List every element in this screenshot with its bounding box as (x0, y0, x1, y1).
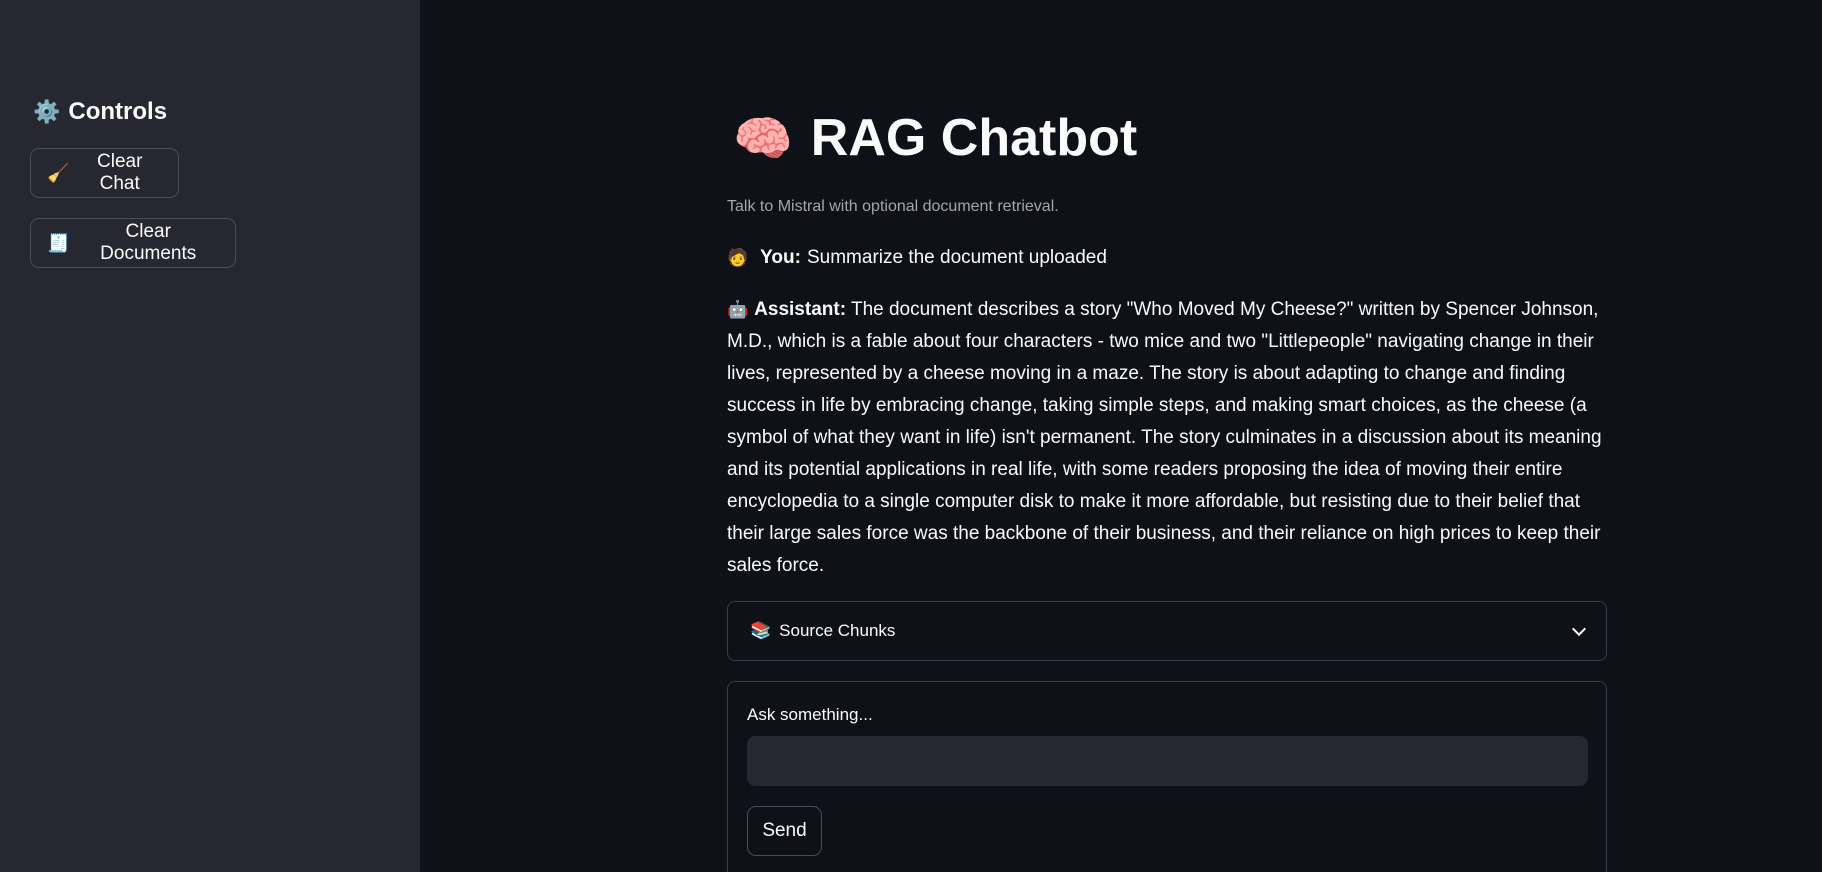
chat-form: Ask something... Send (727, 681, 1607, 872)
chevron-down-icon[interactable] (1571, 621, 1587, 636)
source-chunks-expander[interactable]: 📚 Source Chunks (727, 601, 1607, 661)
sidebar-title-label: Controls (68, 98, 168, 125)
books-icon: 📚 (750, 621, 772, 640)
expander-label-text: Source Chunks (779, 621, 896, 640)
robot-icon: 🤖 (727, 300, 749, 319)
sidebar-title: ⚙️ Controls (33, 98, 167, 126)
clear-chat-label: Clear Chat (97, 151, 143, 194)
chat-message-assistant: 🤖 Assistant: The document describes a sto… (727, 294, 1607, 582)
brain-icon: 🧠 (733, 112, 793, 166)
send-button[interactable]: Send (747, 806, 822, 856)
page-title: 🧠 RAG Chatbot (733, 108, 1137, 168)
page-title-text: RAG Chatbot (810, 109, 1138, 167)
message-role: Assistant: (754, 299, 847, 320)
user-icon: 🧑 (727, 248, 749, 267)
chat-message-user: 🧑 You: Summarize the document uploaded (727, 244, 1107, 272)
gear-icon: ⚙️ (33, 99, 61, 124)
sidebar: ⚙️ Controls 🧹 Clear Chat 🧾 Clear Documen… (0, 0, 420, 872)
page-subtitle: Talk to Mistral with optional document r… (727, 198, 1059, 215)
chat-input[interactable] (747, 736, 1588, 786)
message-text: The document describes a story "Who Move… (727, 299, 1602, 576)
clear-documents-button[interactable]: 🧾 Clear Documents (30, 218, 236, 268)
main-content: 🧠 RAG Chatbot Talk to Mistral with optio… (420, 0, 1822, 872)
input-label: Ask something... (747, 705, 873, 724)
clear-documents-label: Clear Documents (100, 221, 197, 264)
app: ⚙️ Controls 🧹 Clear Chat 🧾 Clear Documen… (0, 0, 1822, 872)
clear-chat-button[interactable]: 🧹 Clear Chat (30, 148, 179, 198)
broom-icon: 🧹 (47, 162, 70, 183)
message-text: Summarize the document uploaded (806, 247, 1107, 268)
receipt-icon: 🧾 (47, 232, 70, 253)
message-role: You: (760, 247, 801, 268)
expander-label: 📚 Source Chunks (750, 621, 895, 641)
